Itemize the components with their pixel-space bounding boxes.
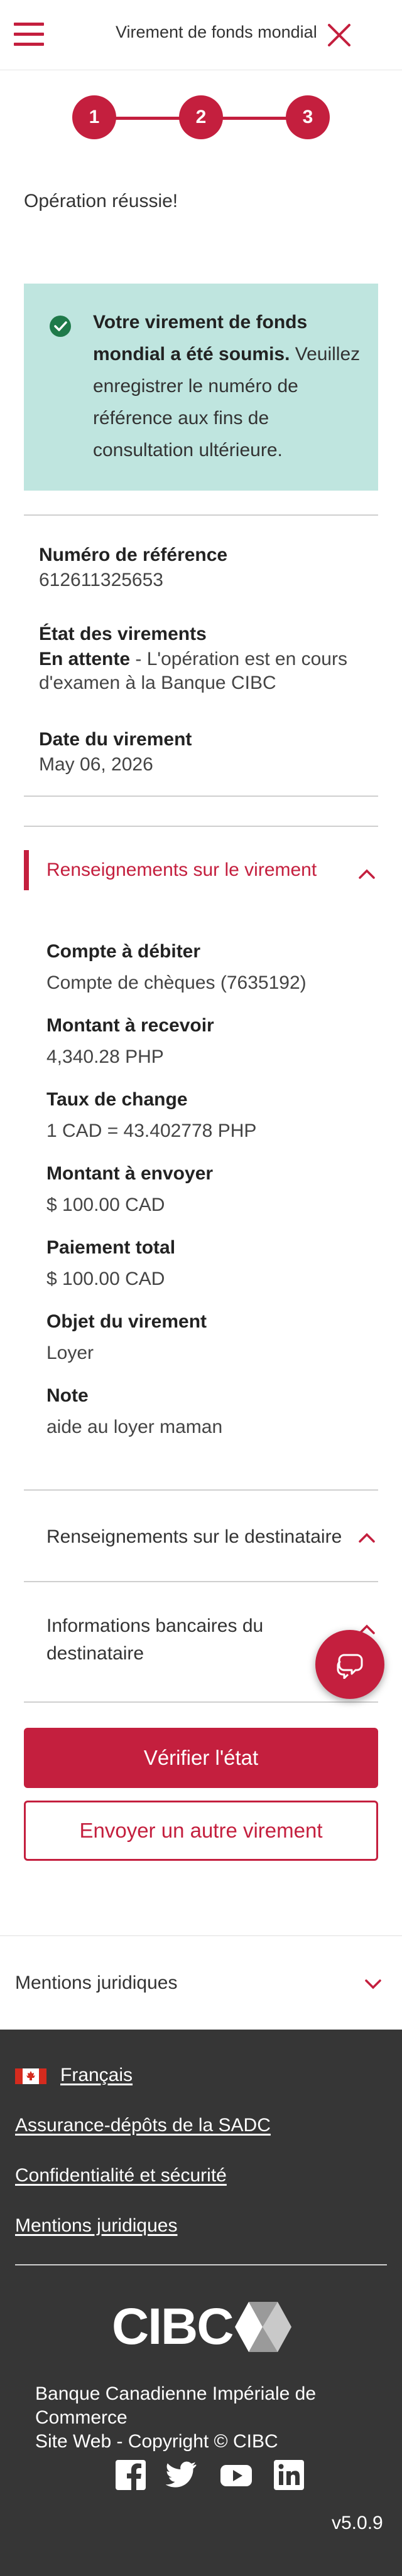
detail-value: Loyer <box>46 1343 94 1363</box>
transfer-details-title: Renseignements sur le virement <box>46 860 317 880</box>
footer: Français Assurance-dépôts de la SADC Con… <box>0 2030 402 2576</box>
divider <box>24 1581 378 1582</box>
footer-link-legal[interactable]: Mentions juridiques <box>15 2215 177 2237</box>
check-circle-icon <box>50 316 71 337</box>
app-version: v5.0.9 <box>332 2513 383 2533</box>
hamburger-menu-icon[interactable] <box>14 23 44 46</box>
divider <box>24 796 378 797</box>
detail-value: 1 CAD = 43.402778 PHP <box>46 1120 257 1141</box>
recipient-title: Renseignements sur le destinataire <box>46 1526 342 1547</box>
success-alert: Votre virement de fonds mondial a été so… <box>24 284 378 491</box>
reference-value: 612611325653 <box>39 570 163 590</box>
detail-label: Taux de change <box>46 1089 188 1110</box>
progress-stepper: 1 2 3 <box>0 93 402 143</box>
divider <box>24 1489 378 1491</box>
close-icon[interactable] <box>327 23 352 48</box>
youtube-icon[interactable] <box>220 2459 253 2491</box>
cibc-diamond-icon <box>235 2302 291 2352</box>
detail-label: Montant à envoyer <box>46 1163 214 1184</box>
chat-bubble-icon <box>337 1654 363 1679</box>
app-header: Virement de fonds mondial <box>0 0 402 70</box>
detail-label: Note <box>46 1385 89 1406</box>
footer-link-privacy[interactable]: Confidentialité et sécurité <box>15 2165 227 2186</box>
alert-bold: Votre virement de fonds mondial a été so… <box>93 312 308 365</box>
chevron-up-icon <box>359 869 375 879</box>
logo-text: CIBC <box>112 2298 234 2355</box>
date-label: Date du virement <box>39 729 192 750</box>
detail-value: $ 100.00 CAD <box>46 1269 165 1289</box>
chat-fab-button[interactable] <box>315 1630 384 1699</box>
cibc-logo: CIBC <box>112 2301 291 2353</box>
detail-value: 4,340.28 PHP <box>46 1046 164 1067</box>
accordion-active-indicator <box>24 850 29 890</box>
step-2: 2 <box>179 95 223 139</box>
linkedin-icon[interactable] <box>273 2459 305 2491</box>
legal-title: Mentions juridiques <box>15 1972 178 1993</box>
status-label: État des virements <box>39 624 207 644</box>
chevron-down-icon <box>365 1979 381 1989</box>
bank-name: Banque Canadienne Impériale de Commerce <box>35 2383 316 2428</box>
canada-flag-icon <box>15 2068 46 2084</box>
detail-label: Paiement total <box>46 1237 176 1258</box>
legal-accordion-header[interactable]: Mentions juridiques <box>0 1935 402 2030</box>
twitter-icon[interactable] <box>166 2459 198 2491</box>
bank-info-title: Informations bancaires du destinataire <box>46 1615 264 1664</box>
footer-link-sadc[interactable]: Assurance-dépôts de la SADC <box>15 2115 271 2136</box>
detail-value: $ 100.00 CAD <box>46 1195 165 1215</box>
step-3: 3 <box>286 95 330 139</box>
success-message: Opération réussie! <box>24 191 178 211</box>
reference-label: Numéro de référence <box>39 545 228 565</box>
step-1: 1 <box>72 95 116 139</box>
copyright: Site Web - Copyright © CIBC <box>35 2431 278 2452</box>
detail-value: aide au loyer maman <box>46 1417 223 1437</box>
detail-label: Montant à recevoir <box>46 1015 214 1036</box>
alert-text: Votre virement de fonds mondial a été so… <box>93 306 363 466</box>
divider <box>24 514 378 516</box>
send-another-transfer-button[interactable]: Envoyer un autre virement <box>24 1801 378 1861</box>
divider <box>24 1701 378 1703</box>
footer-divider <box>15 2264 387 2265</box>
page-title: Virement de fonds mondial <box>116 23 317 41</box>
detail-label: Objet du virement <box>46 1311 207 1332</box>
detail-label: Compte à débiter <box>46 941 201 962</box>
chevron-up-icon <box>359 1533 375 1543</box>
language-link[interactable]: Français <box>60 2065 133 2086</box>
facebook-icon[interactable] <box>114 2459 147 2491</box>
detail-value: Compte de chèques (7635192) <box>46 972 307 993</box>
date-value: May 06, 2026 <box>39 754 153 775</box>
status-bold: En attente <box>39 649 131 669</box>
check-status-button[interactable]: Vérifier l'état <box>24 1728 378 1788</box>
divider <box>24 826 378 827</box>
status-value: En attente - L'opération est en cours d'… <box>39 647 378 695</box>
